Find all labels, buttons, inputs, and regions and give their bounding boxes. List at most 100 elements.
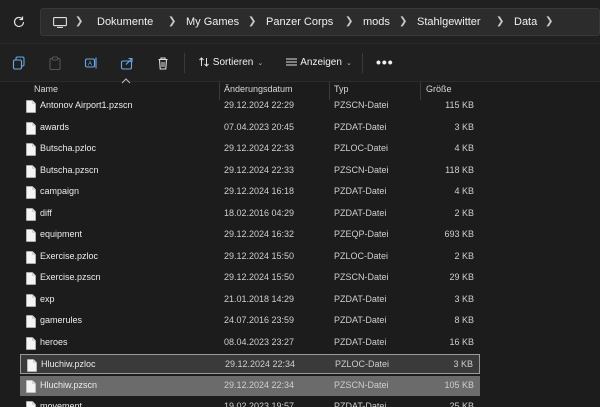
file-modified-date: 21.01.2018 14:29: [224, 293, 295, 304]
file-type: PZSCN-Datei: [334, 379, 389, 390]
file-name: Hluchiw.pzscn: [40, 379, 98, 390]
breadcrumb-item-my-games[interactable]: My Games: [186, 9, 239, 35]
file-name: gamerules: [40, 315, 83, 325]
file-row[interactable]: heroes 08.04.2023 23:27 PZDAT-Datei 16 KB: [20, 333, 480, 353]
file-type: PZLOC-Datei: [334, 143, 389, 153]
computer-icon[interactable]: [53, 17, 67, 28]
breadcrumb-item-mods[interactable]: mods: [363, 9, 390, 35]
file-row[interactable]: campaign 29.12.2024 16:18 PZDAT-Datei 4 KB: [20, 182, 480, 202]
breadcrumb-chevron-icon[interactable]: ❯: [345, 9, 353, 35]
file-modified-date: 29.12.2024 22:33: [224, 164, 295, 175]
breadcrumb-item-panzer-corps[interactable]: Panzer Corps: [266, 9, 333, 35]
file-row[interactable]: Antonov Airport1.pzscn 29.12.2024 22:29 PZ…: [20, 96, 480, 116]
file-size: 3 KB: [454, 293, 474, 304]
file-name: awards: [40, 121, 70, 132]
column-header-type[interactable]: Typ: [334, 84, 349, 94]
file-type: PZSCN-Datei: [334, 272, 389, 282]
file-size: 118 KB: [445, 164, 474, 175]
file-list: Antonov Airport1.pzscn 29.12.2024 22:29 PZ…: [20, 96, 600, 407]
file-type: PZDAT-Datei: [334, 336, 387, 347]
file-modified-date: 29.12.2024 16:18: [224, 186, 295, 196]
file-icon: [26, 401, 36, 407]
file-modified-date: 29.12.2024 22:29: [224, 100, 295, 110]
rename-icon[interactable]: A: [84, 56, 98, 70]
file-name: diff: [40, 207, 52, 218]
file-name: Butscha.pzscn: [40, 164, 99, 175]
file-row[interactable]: Hluchiw.pzloc 29.12.2024 22:34 PZLOC-Datei…: [20, 354, 480, 374]
file-size: 25 KB: [449, 401, 474, 407]
file-type: PZSCN-Datei: [334, 164, 389, 175]
file-row[interactable]: awards 07.04.2023 20:45 PZDAT-Datei 3 KB: [20, 118, 480, 138]
file-size: 2 KB: [454, 207, 474, 218]
file-name: Exercise.pzscn: [40, 272, 101, 282]
file-size: 3 KB: [454, 121, 474, 132]
breadcrumb-chevron-icon[interactable]: ❯: [399, 9, 407, 35]
file-row[interactable]: Exercise.pzloc 29.12.2024 15:50 PZLOC-Date…: [20, 247, 480, 267]
file-row[interactable]: Hluchiw.pzscn 29.12.2024 22:34 PZSCN-Datei…: [20, 375, 480, 396]
toolbar-divider: [184, 53, 185, 73]
breadcrumb-item-stahlgewitter[interactable]: Stahlgewitter: [417, 9, 481, 35]
file-modified-date: 19.02.2023 19:57: [224, 401, 295, 407]
file-row[interactable]: equipment 29.12.2024 16:32 PZEQP-Datei 693 …: [20, 225, 480, 245]
file-row[interactable]: Exercise.pzscn 29.12.2024 15:50 PZSCN-Date…: [20, 268, 480, 288]
file-modified-date: 08.04.2023 23:27: [224, 336, 295, 347]
column-header-date[interactable]: Änderungsdatum: [224, 84, 293, 94]
view-button[interactable]: Anzeigen ⌄: [285, 54, 352, 72]
file-size: 105 KB: [444, 379, 474, 390]
view-icon: [286, 58, 297, 66]
file-name: Exercise.pzloc: [40, 250, 99, 261]
sort-button[interactable]: Sortieren ⌄: [198, 54, 263, 72]
file-modified-date: 29.12.2024 22:33: [224, 143, 295, 153]
chevron-down-icon: ⌄: [257, 60, 264, 67]
view-button-label: Anzeigen: [300, 57, 342, 68]
file-icon: [27, 359, 37, 372]
file-row[interactable]: movement 19.02.2023 19:57 PZDAT-Datei 25 KB: [20, 397, 480, 407]
breadcrumb-item-dokumente[interactable]: Dokumente: [97, 9, 153, 35]
column-header-name[interactable]: Name: [34, 84, 58, 94]
breadcrumb-chevron-icon[interactable]: ❯: [168, 9, 176, 35]
breadcrumb-item-data[interactable]: Data: [514, 9, 537, 35]
delete-icon[interactable]: [156, 56, 170, 70]
file-type: PZDAT-Datei: [334, 121, 387, 132]
breadcrumb-chevron-icon[interactable]: ❯: [75, 9, 83, 35]
file-modified-date: 29.12.2024 16:32: [224, 229, 295, 239]
file-icon: [26, 229, 36, 242]
share-icon[interactable]: [120, 56, 134, 70]
breadcrumb-chevron-icon[interactable]: ❯: [545, 9, 553, 35]
file-row[interactable]: exp 21.01.2018 14:29 PZDAT-Datei 3 KB: [20, 290, 480, 310]
file-type: PZSCN-Datei: [334, 100, 389, 110]
refresh-icon[interactable]: [12, 15, 26, 29]
file-name: movement: [40, 401, 83, 407]
file-row[interactable]: Butscha.pzloc 29.12.2024 22:33 PZLOC-Datei…: [20, 139, 480, 159]
file-modified-date: 29.12.2024 15:50: [224, 250, 295, 261]
file-size: 115 KB: [445, 100, 474, 110]
file-name: equipment: [40, 229, 83, 239]
file-icon: [26, 100, 36, 113]
file-type: PZLOC-Datei: [334, 250, 389, 261]
address-bar-row: ❯ Dokumente ❯ My Games ❯ Panzer Corps ❯ …: [0, 0, 600, 44]
file-size: 2 KB: [454, 250, 474, 261]
file-row[interactable]: Butscha.pzscn 29.12.2024 22:33 PZSCN-Datei…: [20, 161, 480, 181]
copy-icon[interactable]: [12, 56, 26, 70]
breadcrumb-chevron-icon[interactable]: ❯: [496, 9, 504, 35]
more-options-button[interactable]: •••: [376, 54, 394, 70]
file-size: 29 KB: [449, 272, 474, 282]
file-name: Antonov Airport1.pzscn: [40, 100, 133, 110]
address-bar[interactable]: ❯ Dokumente ❯ My Games ❯ Panzer Corps ❯ …: [40, 8, 600, 36]
file-icon: [26, 121, 36, 135]
file-type: PZEQP-Datei: [334, 229, 389, 239]
file-icon: [26, 143, 36, 156]
file-size: 693 KB: [444, 229, 474, 239]
paste-icon[interactable]: [48, 56, 62, 70]
file-modified-date: 29.12.2024 22:34: [225, 359, 296, 369]
file-row[interactable]: gamerules 24.07.2016 23:59 PZDAT-Datei 8 KB: [20, 311, 480, 331]
file-row[interactable]: diff 18.02.2016 04:29 PZDAT-Datei 2 KB: [20, 204, 480, 224]
command-bar: A Sortieren ⌄ Anzeigen ⌄ •••: [0, 44, 600, 82]
file-icon: [26, 315, 36, 328]
breadcrumb-chevron-icon[interactable]: ❯: [248, 9, 256, 35]
column-header-size[interactable]: Größe: [426, 84, 452, 94]
sort-button-label: Sortieren: [212, 57, 254, 68]
file-size: 4 KB: [454, 143, 474, 153]
file-name: exp: [40, 293, 55, 304]
file-modified-date: 29.12.2024 15:50: [224, 272, 295, 282]
